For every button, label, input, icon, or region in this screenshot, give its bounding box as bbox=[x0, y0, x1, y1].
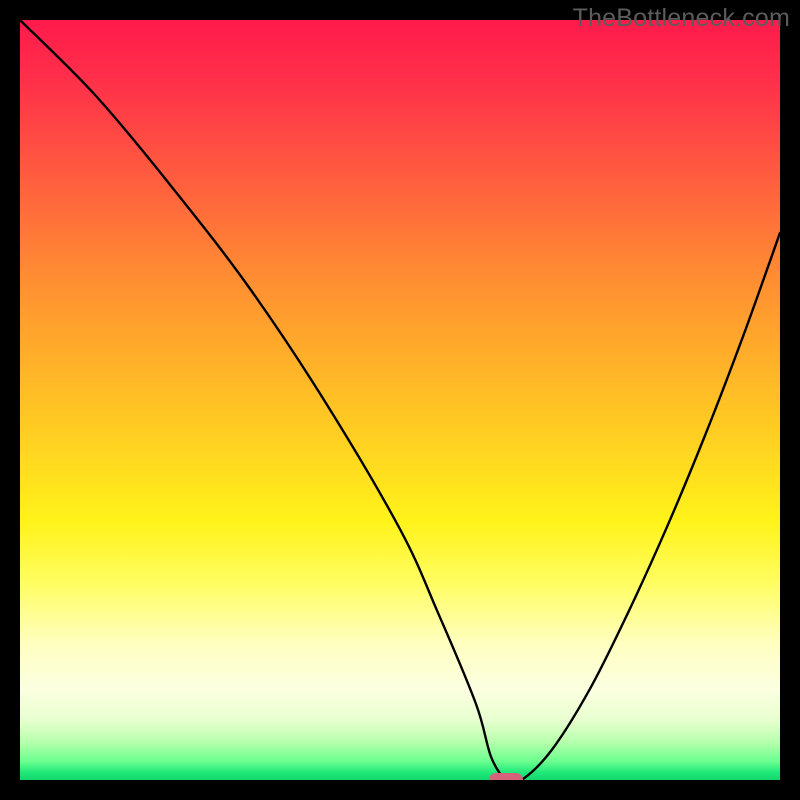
plot-area bbox=[20, 20, 780, 780]
optimal-indicator bbox=[489, 773, 523, 780]
curve-path bbox=[20, 20, 780, 780]
watermark-text: TheBottleneck.com bbox=[573, 4, 790, 33]
bottleneck-curve bbox=[20, 20, 780, 780]
chart-frame: TheBottleneck.com bbox=[0, 0, 800, 800]
